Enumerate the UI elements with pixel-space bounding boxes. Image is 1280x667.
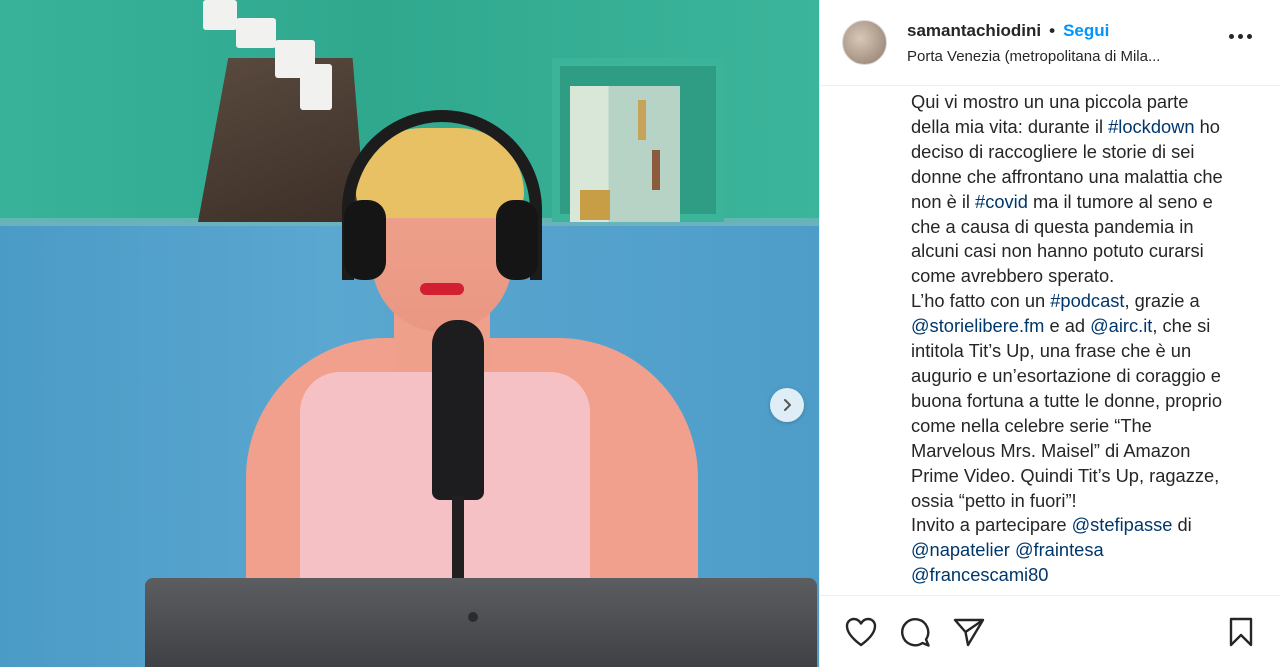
mention-link[interactable]: @fraintesa [1015,539,1104,560]
bookmark-icon [1229,617,1253,646]
caption-text: e ad [1044,315,1091,337]
chevron-right-icon [784,399,791,411]
ceiling-lamp [300,64,332,110]
save-button[interactable] [1224,615,1258,649]
username-link[interactable]: samantachiodini [907,21,1041,41]
hashtag-link[interactable]: #lockdown [1108,116,1194,137]
caption-text: , grazie a [1124,290,1200,312]
mention-link[interactable]: @airc.it [1090,315,1152,336]
location-link[interactable]: Porta Venezia (metropolitana di Mila... [907,48,1207,65]
microphone [432,320,484,500]
header-text: samantachiodini • Segui Porta Venezia (m… [907,21,1260,65]
mention-link[interactable]: @francescami80 [911,564,1048,585]
share-icon [953,618,985,646]
instagram-post: samantachiodini • Segui Porta Venezia (m… [0,0,1280,667]
book [580,190,610,220]
caption-text: , che si intitola Tit’s Up, una frase ch… [911,315,1223,536]
share-button[interactable] [952,615,986,649]
mention-link[interactable]: @napatelier [911,539,1010,560]
mention-link[interactable]: @stefipasse [1072,514,1173,535]
next-photo-button[interactable] [770,388,804,422]
post-header: samantachiodini • Segui Porta Venezia (m… [820,0,1280,86]
headphone-earcup [344,200,386,280]
more-dot [1238,34,1243,39]
laptop [145,578,817,667]
action-bar [820,595,1280,667]
comment-button[interactable] [898,615,932,649]
headphone-earcup [496,200,538,280]
ceiling-lamp [203,0,237,30]
person-lips [420,283,464,295]
separator-dot: • [1049,20,1056,40]
follow-button[interactable]: Segui [1063,21,1109,41]
more-options-icon[interactable] [1229,34,1252,39]
post-caption: Qui vi mostro un una piccola parte della… [820,86,1280,595]
ceiling-lamp [236,18,276,48]
mention-link[interactable]: @storielibere.fm [911,315,1044,336]
more-dot [1229,34,1234,39]
book [652,150,660,190]
book [638,100,646,140]
heart-icon [845,617,877,646]
post-photo[interactable] [0,0,819,667]
post-sidebar: samantachiodini • Segui Porta Venezia (m… [819,0,1280,667]
laptop-logo [468,612,478,622]
hashtag-link[interactable]: #podcast [1050,290,1124,311]
hashtag-link[interactable]: #covid [975,191,1028,212]
comment-icon [901,617,930,647]
header-line: samantachiodini • Segui [907,21,1260,41]
caption-text: di [1177,514,1192,536]
avatar[interactable] [842,20,887,65]
more-dot [1247,34,1252,39]
like-button[interactable] [844,615,878,649]
